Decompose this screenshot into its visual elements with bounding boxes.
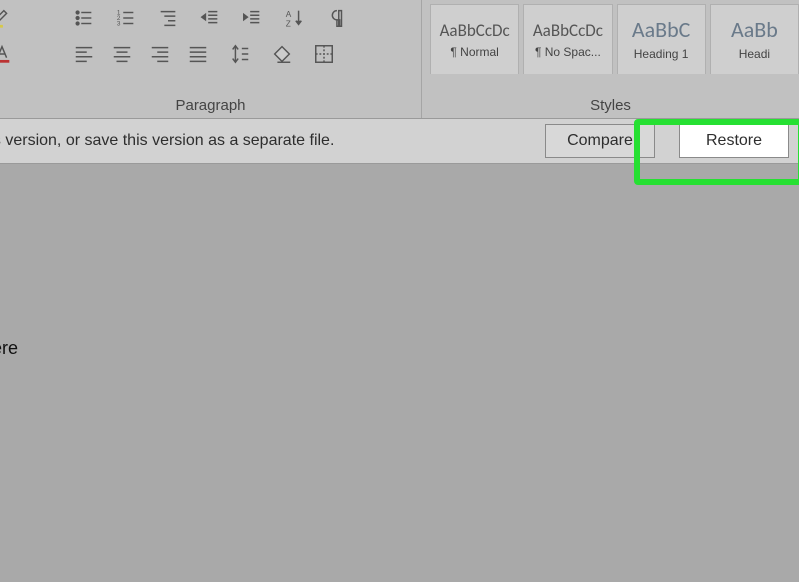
svg-text:A: A [286, 10, 292, 19]
document-area[interactable]: ere [0, 164, 799, 582]
style-heading-1[interactable]: AaBbC Heading 1 [617, 4, 706, 74]
align-right-icon[interactable] [148, 42, 172, 66]
shading-icon[interactable] [270, 42, 294, 66]
line-spacing-icon[interactable] [228, 42, 252, 66]
highlight-icon[interactable] [0, 6, 14, 30]
style-sample: AaBbCcDc [440, 22, 510, 39]
numbering-icon[interactable]: 123 [114, 6, 138, 30]
ribbon-group-paragraph: 123 AZ Paragraph [0, 0, 422, 118]
align-left-icon[interactable] [72, 42, 96, 66]
borders-icon[interactable] [312, 42, 336, 66]
style-name: ¶ No Spac... [535, 45, 601, 59]
style-name: Headi [739, 47, 770, 61]
style-name: Heading 1 [634, 47, 689, 61]
show-hide-marks-icon[interactable] [324, 6, 348, 30]
bullets-icon[interactable] [72, 6, 96, 30]
style-sample: AaBbC [632, 19, 691, 41]
ribbon: 123 AZ Paragraph [0, 0, 799, 119]
paragraph-group-label: Paragraph [0, 97, 421, 114]
decrease-indent-icon[interactable] [198, 6, 222, 30]
document-text-fragment: ere [0, 338, 18, 359]
sort-icon[interactable]: AZ [282, 6, 306, 30]
styles-gallery[interactable]: AaBbCcDc ¶ Normal AaBbCcDc ¶ No Spac... … [430, 4, 799, 74]
restore-button[interactable]: Restore [679, 124, 789, 158]
paragraph-row-2 [72, 42, 336, 66]
style-name: ¶ Normal [450, 45, 498, 59]
multilevel-list-icon[interactable] [156, 6, 180, 30]
style-no-spacing[interactable]: AaBbCcDc ¶ No Spac... [523, 4, 612, 74]
style-sample: AaBb [731, 19, 778, 41]
font-color-icon[interactable] [0, 42, 14, 66]
align-center-icon[interactable] [110, 42, 134, 66]
compare-button[interactable]: Compare [545, 124, 655, 158]
increase-indent-icon[interactable] [240, 6, 264, 30]
style-sample: AaBbCcDc [533, 22, 603, 39]
styles-group-label: Styles [422, 97, 799, 114]
justify-icon[interactable] [186, 42, 210, 66]
ribbon-group-styles: AaBbCcDc ¶ Normal AaBbCcDc ¶ No Spac... … [422, 0, 799, 118]
version-message-text: this version, or save this version as a … [0, 132, 334, 150]
version-message-bar: this version, or save this version as a … [0, 119, 799, 164]
ribbon-left-cropped [0, 6, 14, 66]
svg-text:Z: Z [286, 19, 291, 28]
style-normal[interactable]: AaBbCcDc ¶ Normal [430, 4, 519, 74]
svg-text:3: 3 [117, 20, 121, 27]
paragraph-row-1: 123 AZ [72, 6, 348, 30]
style-heading-2[interactable]: AaBb Headi [710, 4, 799, 74]
